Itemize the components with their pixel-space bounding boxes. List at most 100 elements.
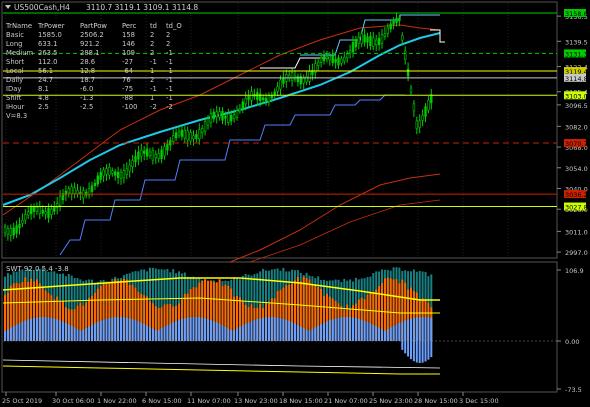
table-cell: Long [6,40,22,48]
candle-body [395,17,398,24]
table-cell: -1 [166,76,173,84]
hist-bar-blue [154,330,157,341]
hist-bar-blue [70,325,73,341]
candle-body [44,211,47,215]
candle-body [3,226,7,234]
candle-body [12,227,15,236]
table-cell: -1 [166,58,173,66]
table-cell: Shift [6,94,22,102]
trading-chart[interactable]: US500Cash,H4 3110.7 3119.1 3109.1 3114.8… [0,0,590,407]
hist-bar-blue [111,317,114,341]
table-cell: -64 [122,67,133,75]
candle-body [215,111,218,118]
hist-bar-blue [169,323,172,341]
candle-body [122,170,126,179]
time-label: 11 Nov 07:00 [187,397,231,405]
candle-body [383,33,387,37]
hist-bar-neg [427,341,430,360]
candle-body [380,34,384,44]
candle-body [227,113,230,123]
candle-body [140,149,143,157]
table-cell: -88 [122,94,133,102]
candle-body [6,228,10,235]
hist-bar-blue [12,326,15,341]
candle-body [26,211,30,216]
candle-body [145,148,149,157]
hist-bar-neg [412,341,415,362]
hist-bar-blue [137,321,140,341]
indicator-axis-label: -73.5 [565,386,582,394]
table-cell: 1 [150,94,154,102]
candle-body [212,111,215,120]
table-cell: -1 [150,85,157,93]
hist-bar-blue [108,318,111,341]
candle-body [322,55,326,61]
hist-bar-neg [421,341,424,363]
table-cell: -2 [166,103,173,111]
candle-body [412,103,416,112]
hist-bar-blue [357,318,360,341]
candle-body [114,171,117,176]
hist-bar-blue [218,323,221,341]
hist-bar-blue [233,330,236,341]
hist-bar-blue [366,321,369,341]
candle-body [374,39,378,46]
candle-body [183,129,186,139]
hist-bar-blue [73,327,76,341]
candle-body [186,130,189,141]
hist-bar-blue [331,319,334,341]
candle-body [192,135,195,140]
candle-body [319,57,323,63]
candle-body [201,128,204,134]
table-cell: IDay [6,85,21,93]
candle-body [282,77,285,84]
candle-body [47,207,50,219]
candle-body [418,120,421,128]
price-label: 3011.0 [565,228,588,236]
hist-bar-blue [412,317,415,341]
hist-bar-blue [9,327,12,341]
hist-bar-blue [59,320,62,341]
hist-bar-blue [44,317,47,341]
candle-body [290,72,294,81]
table-cell: 1 [150,67,154,75]
candle-body [230,115,233,122]
table-header: td [150,22,157,30]
candle-body [41,209,44,214]
table-cell: 633.1 [38,40,57,48]
hist-bar-blue [238,326,241,341]
candle-body [172,135,175,142]
candle-body [354,39,358,48]
hist-bar-blue [294,323,296,341]
hist-bar-blue [47,317,50,341]
hist-bar-blue [308,330,311,341]
hist-bar-blue [53,318,56,341]
candle-body [247,95,250,100]
hist-bar-blue [407,319,410,341]
hist-bar-blue [285,319,288,341]
candle-body [134,156,137,163]
candle-body [401,35,404,41]
time-label: 13 Nov 23:00 [234,397,278,405]
price-marker-label: 3131.3 [565,50,588,58]
hist-bar-blue [27,319,30,341]
hist-bar-blue [259,318,262,341]
hist-bar-blue [398,322,401,341]
hist-bar-blue [349,317,352,341]
candle-body [189,132,192,142]
hist-bar-blue [82,329,85,341]
candle-body [305,76,308,83]
table-cell: 12.8 [80,67,95,75]
time-label: 30 Oct 06:00 [52,397,94,405]
hist-bar-blue [241,325,244,341]
table-cell: 24.7 [38,76,53,84]
hist-bar-blue [346,317,349,341]
table-cell: 2 [150,76,154,84]
candle-body [151,150,155,161]
time-label: 3 Dec 15:00 [459,397,499,405]
hist-bar-neg [404,341,407,354]
hist-bar-blue [375,326,378,341]
table-cell: -1 [150,58,157,66]
candle-body [105,168,108,175]
candle-body [67,188,71,194]
